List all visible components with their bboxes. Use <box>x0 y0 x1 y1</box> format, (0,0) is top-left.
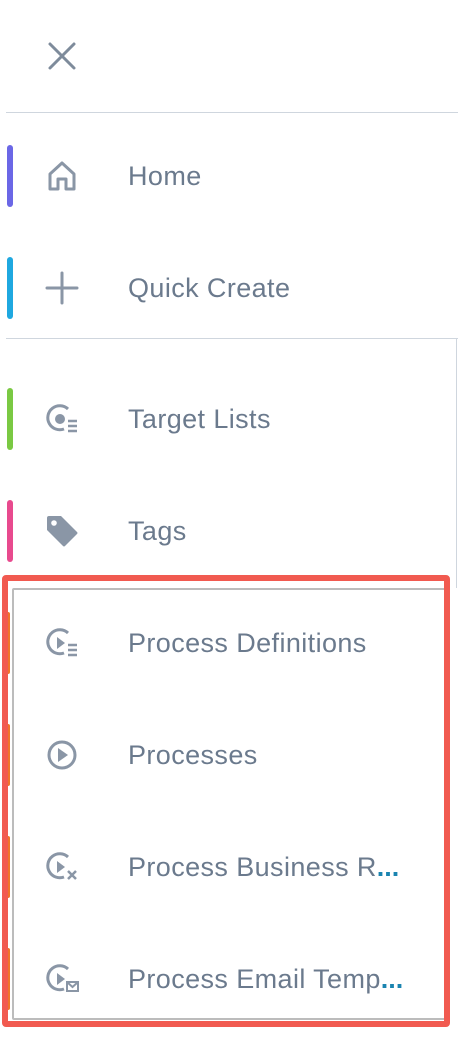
tag-icon <box>38 508 86 554</box>
nav-item-label: Tags <box>128 516 187 546</box>
target-list-icon <box>38 396 86 442</box>
nav-item-target-lists[interactable]: Target Lists <box>0 363 458 475</box>
nav-item-label: Quick Create <box>128 273 291 303</box>
nav-accent-bar <box>6 724 10 786</box>
nav-item-label: Home <box>128 161 202 191</box>
nav-item-label: Process Email Temp... <box>128 964 404 994</box>
nav-item-process-email-templates[interactable]: Process Email Temp... <box>0 923 458 1035</box>
nav-item-label: Process Definitions <box>128 628 367 658</box>
nav-accent-bar <box>6 836 10 898</box>
nav-accent-bar <box>7 257 13 319</box>
nav-item-label: Processes <box>128 740 258 770</box>
nav-accent-bar <box>6 612 10 674</box>
nav-accent-bar <box>7 500 13 562</box>
close-button[interactable] <box>40 36 84 76</box>
nav-item-process-business-rules[interactable]: Process Business R... <box>0 811 458 923</box>
process-business-rule-icon <box>38 844 86 890</box>
plus-icon <box>38 265 86 311</box>
nav-item-home[interactable]: Home <box>0 120 458 232</box>
nav-item-tags[interactable]: Tags <box>0 475 458 587</box>
nav-item-quick-create[interactable]: Quick Create <box>0 232 458 344</box>
nav-item-label: Target Lists <box>128 404 271 434</box>
process-email-template-icon <box>38 956 86 1002</box>
nav-item-process-definitions[interactable]: Process Definitions <box>0 587 458 699</box>
top-divider <box>6 112 458 113</box>
nav-item-processes[interactable]: Processes <box>0 699 458 811</box>
nav-accent-bar <box>6 948 10 1010</box>
home-icon <box>38 153 86 199</box>
process-definition-icon <box>38 620 86 666</box>
close-icon <box>48 42 76 70</box>
section-divider <box>6 338 458 339</box>
play-circle-icon <box>38 732 86 778</box>
nav-accent-bar <box>7 145 13 207</box>
nav-item-label: Process Business R... <box>128 852 400 882</box>
nav-accent-bar <box>7 388 13 450</box>
